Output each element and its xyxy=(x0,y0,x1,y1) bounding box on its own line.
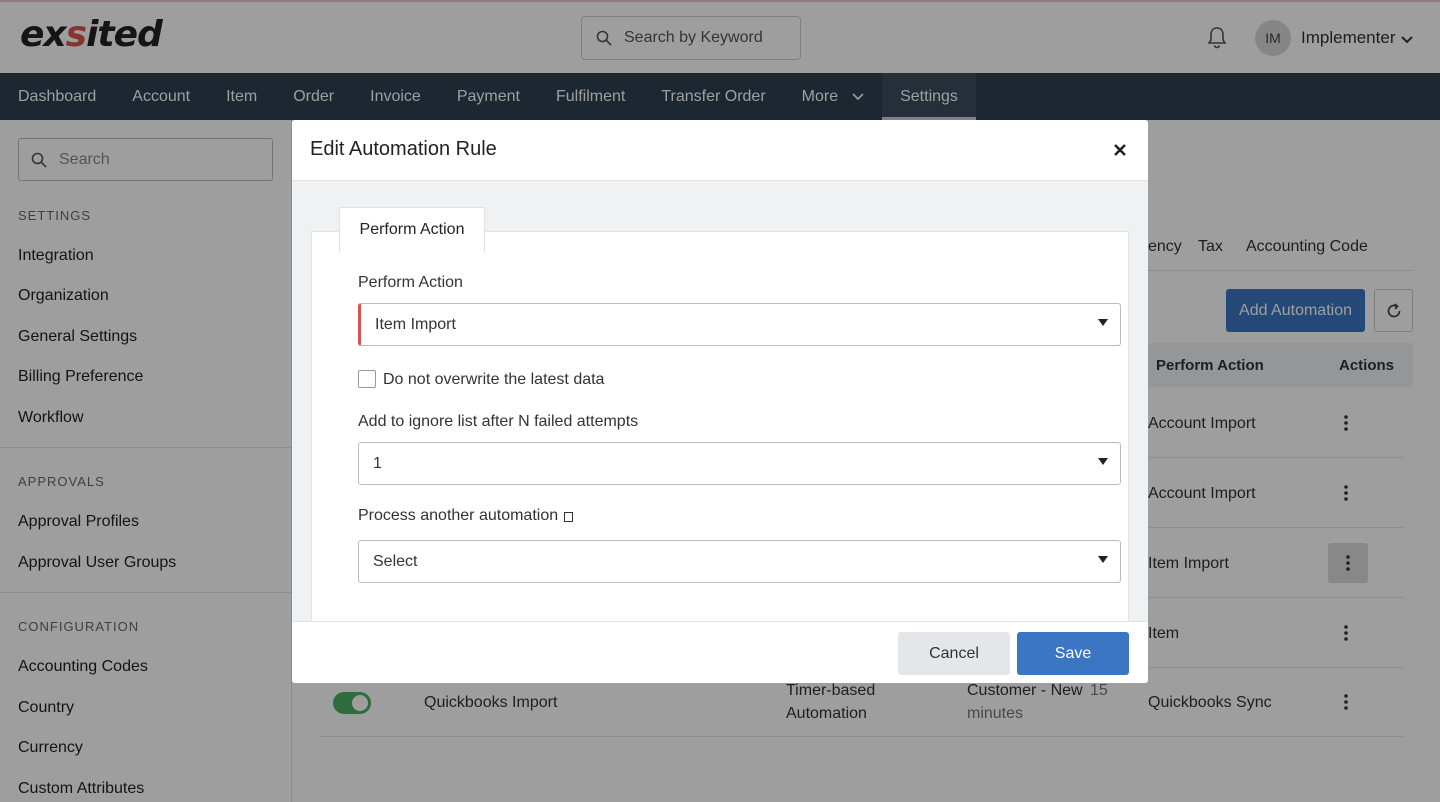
edit-automation-rule-modal: Edit Automation Rule Perform Action Perf… xyxy=(292,120,1148,683)
caret-down-icon xyxy=(1098,458,1108,465)
perform-action-label: Perform Action xyxy=(358,274,463,291)
caret-down-icon xyxy=(1098,319,1108,326)
process-another-select[interactable]: Select xyxy=(358,540,1121,583)
ignore-attempts-value: 1 xyxy=(373,454,382,472)
ignore-attempts-select[interactable]: 1 xyxy=(358,442,1121,485)
process-another-label: Process another automation xyxy=(358,507,574,525)
info-icon[interactable] xyxy=(564,512,574,522)
perform-action-value: Item Import xyxy=(375,315,456,333)
caret-down-icon xyxy=(1098,556,1108,563)
no-overwrite-label[interactable]: Do not overwrite the latest data xyxy=(383,371,604,389)
modal-footer: Cancel Save xyxy=(292,621,1148,683)
modal-body: Perform Action Perform Action Item Impor… xyxy=(292,181,1148,621)
process-another-value: Select xyxy=(373,552,418,570)
modal-title: Edit Automation Rule xyxy=(310,138,497,160)
save-button[interactable]: Save xyxy=(1017,632,1129,675)
close-icon[interactable] xyxy=(1110,140,1130,160)
ignore-list-label: Add to ignore list after N failed attemp… xyxy=(358,413,639,430)
modal-header: Edit Automation Rule xyxy=(292,120,1148,181)
tab-perform-action[interactable]: Perform Action xyxy=(339,207,485,253)
process-another-label-text: Process another automation xyxy=(358,507,559,524)
tab-panel: Perform Action Item Import Do not overwr… xyxy=(311,231,1129,621)
perform-action-select[interactable]: Item Import xyxy=(358,303,1121,346)
no-overwrite-checkbox[interactable] xyxy=(358,370,376,388)
cancel-button[interactable]: Cancel xyxy=(898,632,1010,675)
